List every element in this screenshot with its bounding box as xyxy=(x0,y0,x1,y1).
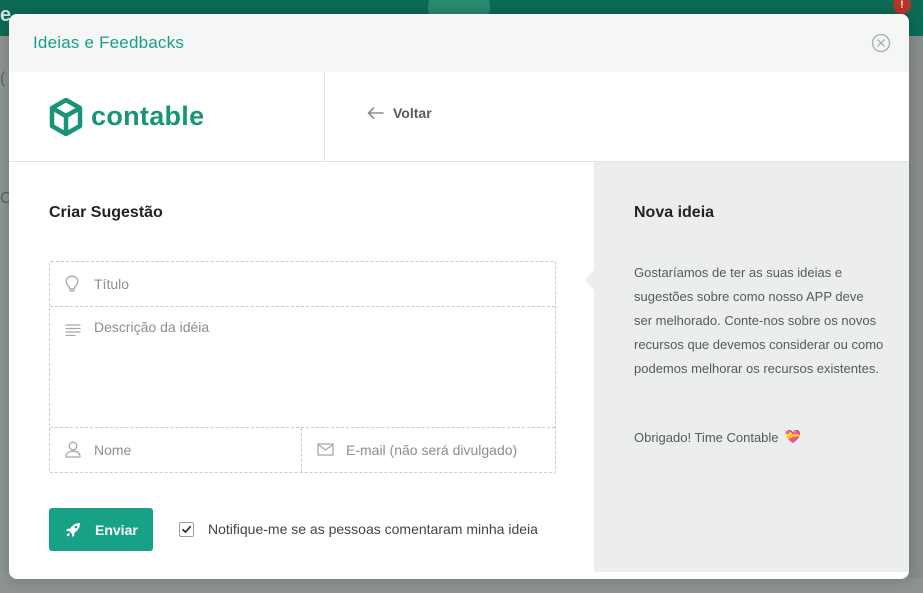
back-label: Voltar xyxy=(393,105,432,121)
envelope-icon xyxy=(317,443,334,456)
user-icon xyxy=(65,441,81,458)
description-field[interactable] xyxy=(50,307,555,428)
notify-label: Notifique-me se as pessoas comentaram mi… xyxy=(208,521,538,537)
heart-gift-icon: 💝 xyxy=(784,429,801,444)
checkmark-icon xyxy=(182,525,192,533)
close-circle-icon xyxy=(871,33,891,53)
brand-name: contable xyxy=(91,101,205,131)
info-panel: Nova ideia Gostaríamos de ter as suas id… xyxy=(584,162,909,572)
panel-description: Gostaríamos de ter as suas ideias e suge… xyxy=(634,265,884,376)
lines-icon xyxy=(65,324,81,336)
form-title: Criar Sugestão xyxy=(49,204,163,221)
contable-cube-logo-icon xyxy=(49,98,83,136)
email-field[interactable] xyxy=(302,428,555,472)
name-field[interactable] xyxy=(50,428,302,472)
send-label: Enviar xyxy=(95,521,138,538)
title-field[interactable] xyxy=(50,262,555,307)
title-input[interactable] xyxy=(94,275,534,293)
suggestion-form: Criar Sugestão Título Descrição da idéia… xyxy=(9,162,594,579)
form-fields xyxy=(49,261,556,473)
modal-title: Ideias e Feedbacks xyxy=(33,33,185,52)
back-button[interactable]: Voltar xyxy=(367,105,432,121)
arrow-left-icon xyxy=(367,107,384,119)
background-notification-badge: ! xyxy=(893,0,911,14)
panel-pointer xyxy=(584,270,594,290)
background-fragment: ( xyxy=(0,70,6,87)
rocket-icon xyxy=(66,522,80,537)
panel-thanks: Obrigado! Time Contable 💝 xyxy=(634,429,801,445)
notify-option[interactable]: Notifique-me se as pessoas comentaram mi… xyxy=(179,521,538,537)
name-input[interactable] xyxy=(94,441,294,459)
brand-row: contable Voltar xyxy=(9,72,909,162)
lightbulb-icon xyxy=(65,275,79,292)
feedback-modal: Ideias e Feedbacks contable Voltar Criar… xyxy=(9,14,909,579)
send-button[interactable]: Enviar xyxy=(49,508,153,551)
modal-header: Ideias e Feedbacks xyxy=(9,14,909,72)
description-input[interactable] xyxy=(94,319,534,419)
close-button[interactable] xyxy=(871,33,891,53)
notify-checkbox[interactable] xyxy=(179,521,194,537)
panel-title: Nova ideia xyxy=(634,204,715,221)
email-input[interactable] xyxy=(346,441,546,459)
brand-divider xyxy=(324,72,325,162)
background-bottom-strip xyxy=(0,578,923,593)
thanks-text: Obrigado! Time Contable xyxy=(634,429,779,445)
